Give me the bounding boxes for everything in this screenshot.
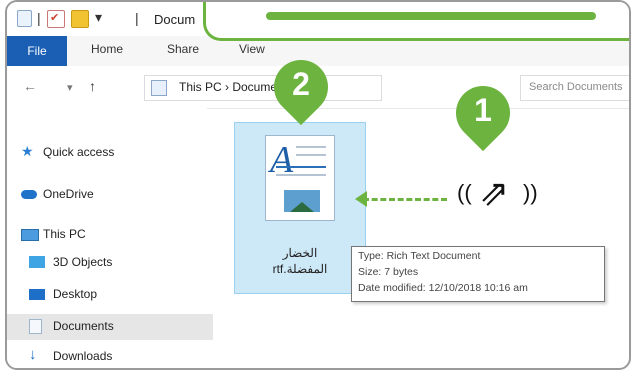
tooltip-date: Date modified: 12/10/2018 10:16 am: [358, 282, 528, 294]
properties-icon[interactable]: [47, 10, 65, 28]
window-title: Docum: [154, 12, 196, 27]
sidebar-item-documents[interactable]: Documents: [7, 314, 213, 340]
star-icon: ★: [21, 143, 34, 159]
computer-icon: [151, 80, 167, 96]
sidebar-item-downloads[interactable]: ↓ Downloads: [7, 344, 207, 368]
sidebar-item-this-pc[interactable]: This PC: [7, 222, 207, 248]
navigation-pane: ★ Quick access OneDrive This PC 3D Objec…: [7, 108, 213, 368]
sidebar-item-label: Documents: [53, 319, 114, 333]
quick-access-dropdown-icon[interactable]: ▾: [95, 9, 102, 26]
address-bar[interactable]: This PC › Documents: [144, 75, 382, 101]
desktop-icon: [29, 289, 45, 300]
click-wave-right-icon: )): [523, 180, 538, 205]
separator: |: [37, 10, 41, 26]
tab-home[interactable]: Home: [91, 42, 123, 56]
sidebar-item-quick-access[interactable]: ★ Quick access: [7, 140, 207, 166]
tab-view[interactable]: View: [239, 42, 265, 56]
sidebar-item-label: OneDrive: [43, 187, 94, 201]
document-icon: [29, 319, 42, 334]
step-1-number: 1: [474, 92, 492, 128]
text-line: [276, 174, 326, 176]
explorer-window: | ▾ | Docum File Home Share View ← ▾ ↑ T…: [5, 0, 631, 370]
tab-file[interactable]: File: [7, 36, 67, 66]
sidebar-item-label: Quick access: [43, 145, 115, 159]
search-placeholder: Search Documents: [529, 81, 623, 93]
sidebar-item-3d-objects[interactable]: 3D Objects: [7, 250, 207, 276]
document-icon: [17, 10, 32, 27]
file-name-line: الخضار: [282, 246, 318, 260]
separator: |: [135, 10, 139, 26]
tooltip-size: Size: 7 bytes: [358, 266, 419, 278]
sidebar-item-label: This PC: [43, 227, 86, 241]
sidebar-item-desktop[interactable]: Desktop: [7, 282, 207, 308]
sidebar-item-label: Downloads: [53, 349, 113, 363]
tab-share[interactable]: Share: [167, 42, 199, 56]
file-info-tooltip: Type: Rich Text Document Size: 7 bytes D…: [351, 246, 605, 302]
computer-icon: [21, 229, 39, 241]
rich-text-document-icon: A: [265, 135, 335, 221]
text-line: [296, 146, 326, 148]
sidebar-item-label: 3D Objects: [53, 255, 113, 269]
search-input[interactable]: Search Documents: [520, 75, 629, 101]
cube-icon: [29, 256, 45, 268]
recent-dropdown-icon[interactable]: ▾: [67, 81, 73, 94]
mouse-cursor-icon: ⇗: [479, 172, 510, 213]
file-name: الخضار المفضلة.rtf: [235, 245, 365, 277]
sidebar-item-label: Desktop: [53, 287, 98, 301]
banner-text-bar: [266, 12, 596, 20]
sidebar-item-onedrive[interactable]: OneDrive: [7, 182, 207, 208]
text-line: [276, 166, 326, 168]
up-icon[interactable]: ↑: [89, 78, 96, 94]
text-line: [296, 154, 326, 156]
tooltip-type: Type: Rich Text Document: [358, 250, 481, 262]
click-wave-left-icon: ((: [457, 180, 472, 205]
picture-icon: [284, 190, 320, 212]
dashed-arrow: [363, 198, 447, 201]
file-name-line: المفضلة.rtf: [272, 262, 328, 276]
instruction-banner: [203, 2, 629, 41]
file-item-rtf[interactable]: A الخضار المفضلة.rtf: [234, 122, 366, 294]
download-icon: ↓: [29, 346, 37, 363]
new-folder-icon[interactable]: [71, 10, 89, 28]
step-2-number: 2: [292, 66, 310, 102]
cloud-icon: [21, 190, 37, 199]
back-icon[interactable]: ←: [23, 78, 37, 94]
